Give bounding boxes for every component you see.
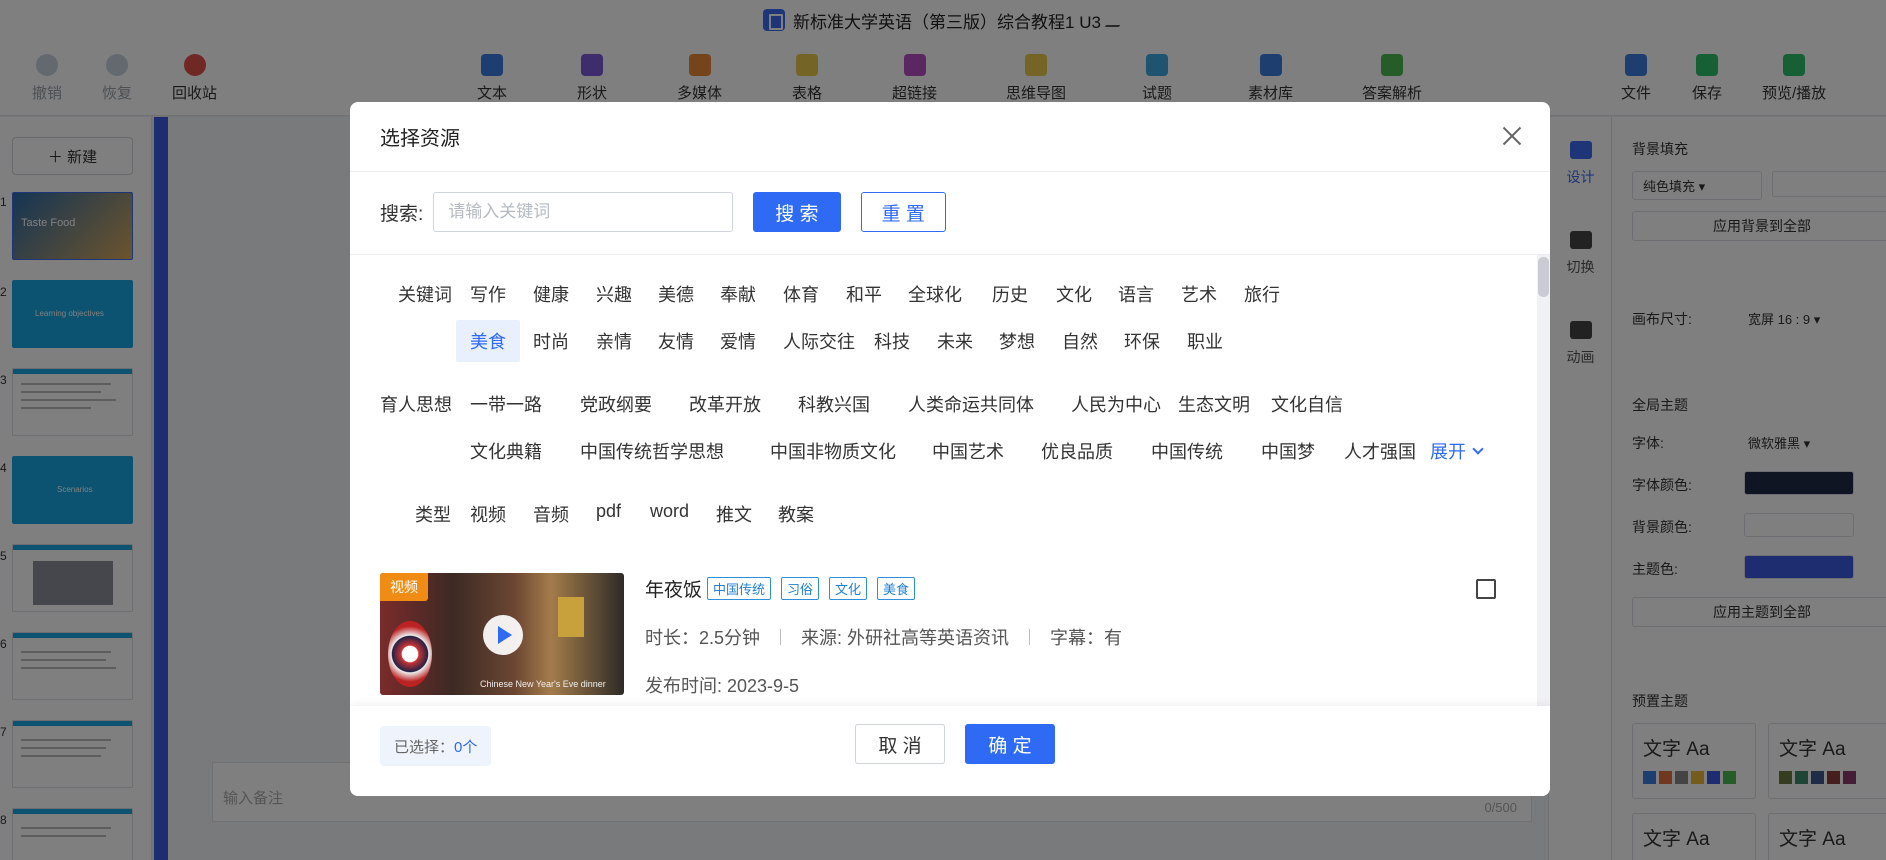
keyword-option[interactable]: 友情	[644, 320, 708, 362]
keyword-option-selected[interactable]: 美食	[456, 320, 520, 362]
search-input[interactable]	[433, 192, 734, 232]
ideology-option[interactable]: 人类命运共同体	[894, 383, 1048, 425]
select-checkbox[interactable]	[1476, 579, 1496, 599]
keyword-option[interactable]: 梦想	[985, 320, 1049, 362]
keyword-option[interactable]: 自然	[1048, 320, 1112, 362]
decoration	[558, 597, 584, 637]
type-filter-label: 类型	[415, 505, 451, 525]
video-caption: Chinese New Year's Eve dinner	[480, 679, 606, 689]
ideology-option[interactable]: 人才强国	[1330, 430, 1416, 472]
close-icon[interactable]	[1502, 126, 1522, 146]
keyword-option[interactable]: 奉献	[706, 273, 770, 315]
ideology-option[interactable]: 中国非物质文化	[756, 430, 910, 472]
confirm-button[interactable]: 确 定	[965, 724, 1055, 764]
keyword-option[interactable]: 科技	[860, 320, 924, 362]
type-option[interactable]: word	[636, 493, 703, 530]
keyword-option[interactable]: 职业	[1173, 320, 1237, 362]
type-option[interactable]: 视频	[456, 493, 520, 535]
keyword-option[interactable]: 未来	[923, 320, 987, 362]
select-resource-dialog: 选择资源 搜索: 搜 索 重 置 关键词 写作 健康 兴趣 美德 奉献 体育 和…	[350, 102, 1550, 796]
ideology-option[interactable]: 中国艺术	[918, 430, 1018, 472]
type-badge: 视频	[380, 573, 428, 601]
tag: 习俗	[781, 577, 820, 600]
expand-toggle[interactable]: 展开	[1430, 438, 1484, 464]
keyword-option[interactable]: 亲情	[582, 320, 646, 362]
keyword-option[interactable]: 历史	[978, 273, 1042, 315]
chevron-down-icon	[1472, 443, 1484, 455]
play-icon[interactable]	[483, 615, 523, 655]
ideology-option[interactable]: 一带一路	[456, 383, 556, 425]
ideology-option[interactable]: 优良品质	[1027, 430, 1127, 472]
keyword-option[interactable]: 环保	[1110, 320, 1174, 362]
publish-date: 发布时间: 2023-9-5	[645, 676, 800, 696]
dialog-header: 选择资源	[350, 102, 1550, 172]
type-option[interactable]: 推文	[702, 493, 766, 535]
keyword-option[interactable]: 时尚	[519, 320, 583, 362]
keyword-option[interactable]: 人际交往	[769, 320, 869, 362]
keyword-option[interactable]: 文化	[1042, 273, 1106, 315]
divider	[1029, 629, 1031, 645]
keyword-option[interactable]: 旅行	[1230, 273, 1294, 315]
subtitle-info: 字幕：有	[1050, 628, 1123, 648]
ideology-option[interactable]: 中国梦	[1247, 430, 1329, 472]
search-button[interactable]: 搜 索	[753, 192, 841, 232]
resource-title[interactable]: 年夜饭	[645, 575, 702, 602]
keyword-option[interactable]: 全球化	[894, 273, 976, 315]
reset-button[interactable]: 重 置	[860, 192, 946, 232]
decoration	[388, 621, 432, 687]
keyword-option[interactable]: 兴趣	[582, 273, 646, 315]
ideology-option[interactable]: 中国传统哲学思想	[566, 430, 738, 472]
tag: 文化	[829, 577, 868, 600]
keyword-option[interactable]: 爱情	[706, 320, 770, 362]
tag: 美食	[877, 577, 916, 600]
type-option[interactable]: pdf	[582, 493, 635, 530]
divider	[780, 629, 782, 645]
selected-count: 0个	[454, 738, 478, 756]
tag-list: 中国传统 习俗 文化 美食	[707, 577, 916, 600]
scrollbar-track[interactable]	[1537, 255, 1550, 706]
ideology-option[interactable]: 中国传统	[1137, 430, 1237, 472]
resource-meta: 时长：2.5分钟 来源: 外研社高等英语资讯 字幕：有	[645, 624, 1122, 650]
ideology-filter-label: 育人思想	[380, 395, 452, 415]
keyword-option[interactable]: 艺术	[1167, 273, 1231, 315]
keyword-option[interactable]: 语言	[1104, 273, 1168, 315]
ideology-option[interactable]: 党政纲要	[566, 383, 666, 425]
resource-item[interactable]: Chinese New Year's Eve dinner 视频 年夜饭 中国传…	[380, 573, 1520, 703]
keyword-option[interactable]: 美德	[644, 273, 708, 315]
selected-count-badge: 已选择： 0个	[380, 726, 492, 766]
ideology-option[interactable]: 人民为中心	[1057, 383, 1175, 425]
cancel-button[interactable]: 取 消	[855, 724, 945, 764]
type-option[interactable]: 音频	[519, 493, 583, 535]
type-option[interactable]: 教案	[764, 493, 828, 535]
ideology-option[interactable]: 文化自信	[1257, 383, 1357, 425]
keyword-option[interactable]: 和平	[832, 273, 896, 315]
search-label: 搜索:	[380, 203, 424, 225]
ideology-option[interactable]: 生态文明	[1164, 383, 1264, 425]
keyword-option[interactable]: 体育	[769, 273, 833, 315]
keyword-filter-label: 关键词	[398, 285, 452, 305]
video-thumbnail[interactable]: Chinese New Year's Eve dinner 视频	[380, 573, 624, 695]
keyword-option[interactable]: 写作	[456, 273, 520, 315]
ideology-option[interactable]: 文化典籍	[456, 430, 556, 472]
ideology-option[interactable]: 改革开放	[675, 383, 775, 425]
duration: 时长：2.5分钟	[645, 628, 761, 648]
scrollbar-thumb[interactable]	[1538, 257, 1549, 297]
filter-results-scroll-area[interactable]: 关键词 写作 健康 兴趣 美德 奉献 体育 和平 全球化 历史 文化 语言 艺术…	[350, 254, 1550, 706]
dialog-title: 选择资源	[380, 128, 460, 150]
tag: 中国传统	[707, 577, 772, 600]
search-row: 搜索: 搜 索 重 置	[380, 192, 946, 232]
source: 来源: 外研社高等英语资讯	[801, 628, 1010, 648]
dialog-footer: 已选择： 0个 取 消 确 定	[350, 706, 1550, 796]
keyword-option[interactable]: 健康	[519, 273, 583, 315]
ideology-option[interactable]: 科教兴国	[784, 383, 884, 425]
